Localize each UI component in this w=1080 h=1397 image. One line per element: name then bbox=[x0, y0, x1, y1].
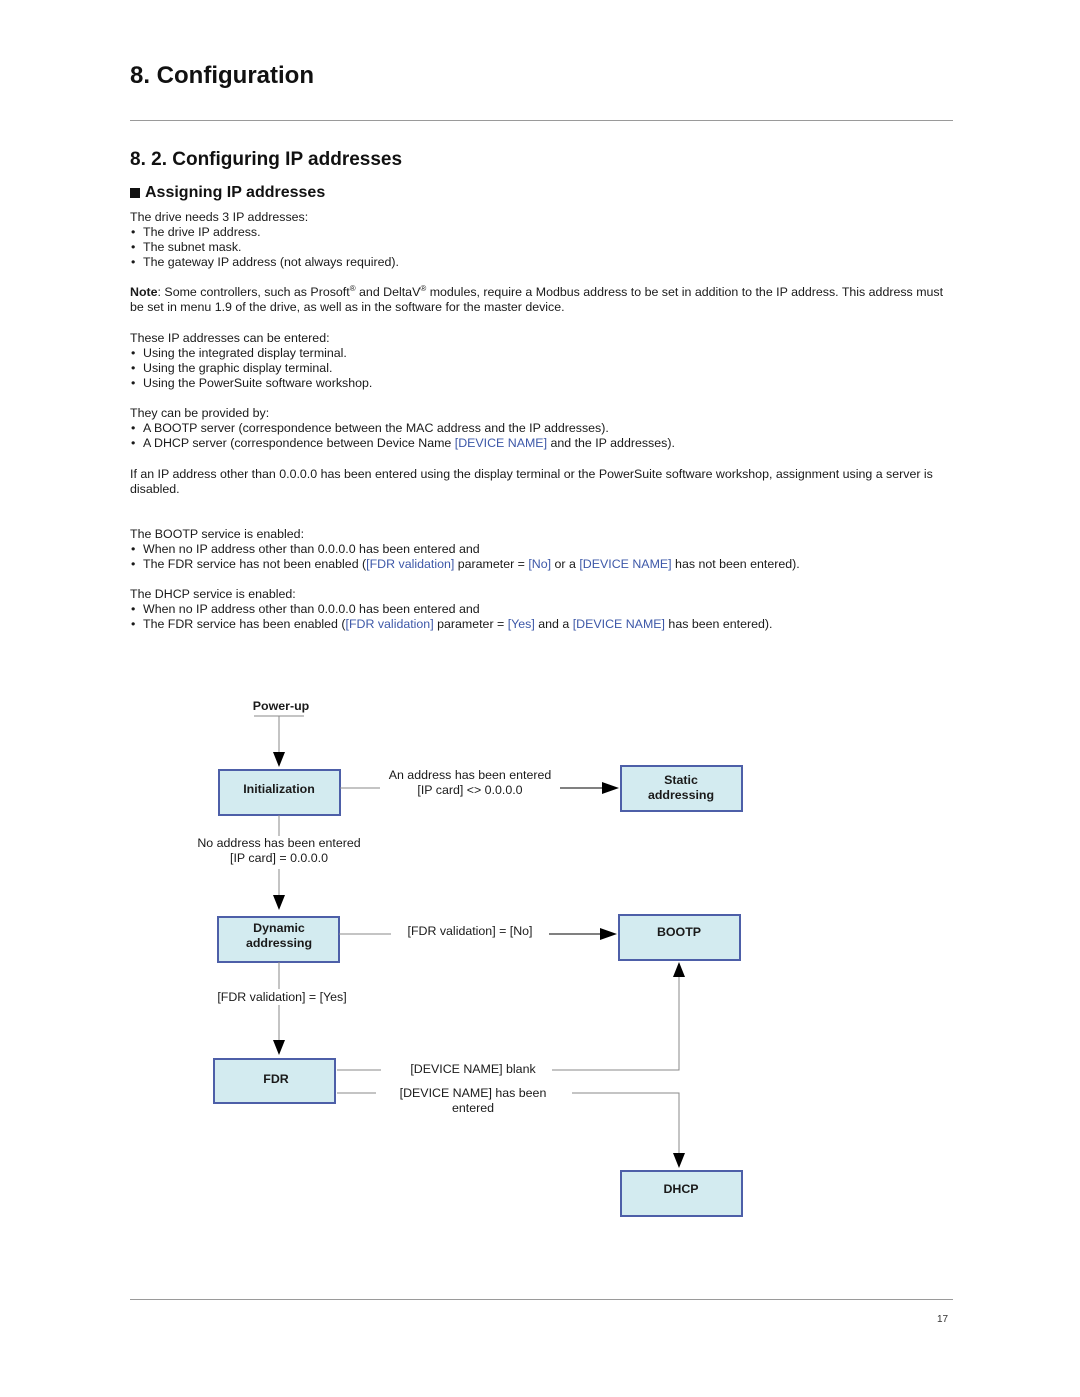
device-name-entered-label: [DEVICE NAME] has been bbox=[400, 1086, 547, 1100]
arrow-right-icon bbox=[600, 928, 617, 940]
ip-card-zero-label: [IP card] = 0.0.0.0 bbox=[230, 851, 328, 865]
arrow-right-icon bbox=[602, 782, 619, 794]
arrow-down-icon bbox=[273, 895, 285, 910]
device-name-entered-label-cont: entered bbox=[452, 1101, 494, 1115]
fdr-no-label: [FDR validation] = [No] bbox=[408, 924, 533, 938]
arrow-down-icon bbox=[273, 752, 285, 767]
dynamic-label: Dynamic bbox=[253, 921, 305, 935]
page-number: 17 bbox=[937, 1314, 949, 1325]
fdr-label: FDR bbox=[263, 1072, 289, 1086]
connector-line bbox=[552, 975, 680, 1071]
initialization-label: Initialization bbox=[243, 782, 315, 796]
dynamic-addressing-label: addressing bbox=[246, 936, 312, 950]
static-addressing-label: addressing bbox=[648, 788, 714, 802]
power-up-label: Power-up bbox=[253, 699, 310, 713]
arrow-up-icon bbox=[673, 962, 685, 977]
arrow-down-icon bbox=[673, 1153, 685, 1168]
device-name-blank-label: [DEVICE NAME] blank bbox=[410, 1062, 536, 1076]
connector-line bbox=[572, 1092, 680, 1155]
ip-card-not-zero-label: [IP card] <> 0.0.0.0 bbox=[417, 783, 522, 797]
bootp-label: BOOTP bbox=[657, 925, 701, 939]
fdr-yes-label: [FDR validation] = [Yes] bbox=[217, 990, 346, 1004]
address-entered-label: An address has been entered bbox=[389, 768, 552, 782]
no-address-label: No address has been entered bbox=[197, 836, 360, 850]
dhcp-label: DHCP bbox=[663, 1182, 698, 1196]
static-label: Static bbox=[664, 773, 698, 787]
footer-divider bbox=[130, 1299, 953, 1300]
ip-assignment-flow-diagram: Power-up Initialization An address has b… bbox=[197, 699, 743, 1217]
arrow-down-icon bbox=[273, 1040, 285, 1055]
